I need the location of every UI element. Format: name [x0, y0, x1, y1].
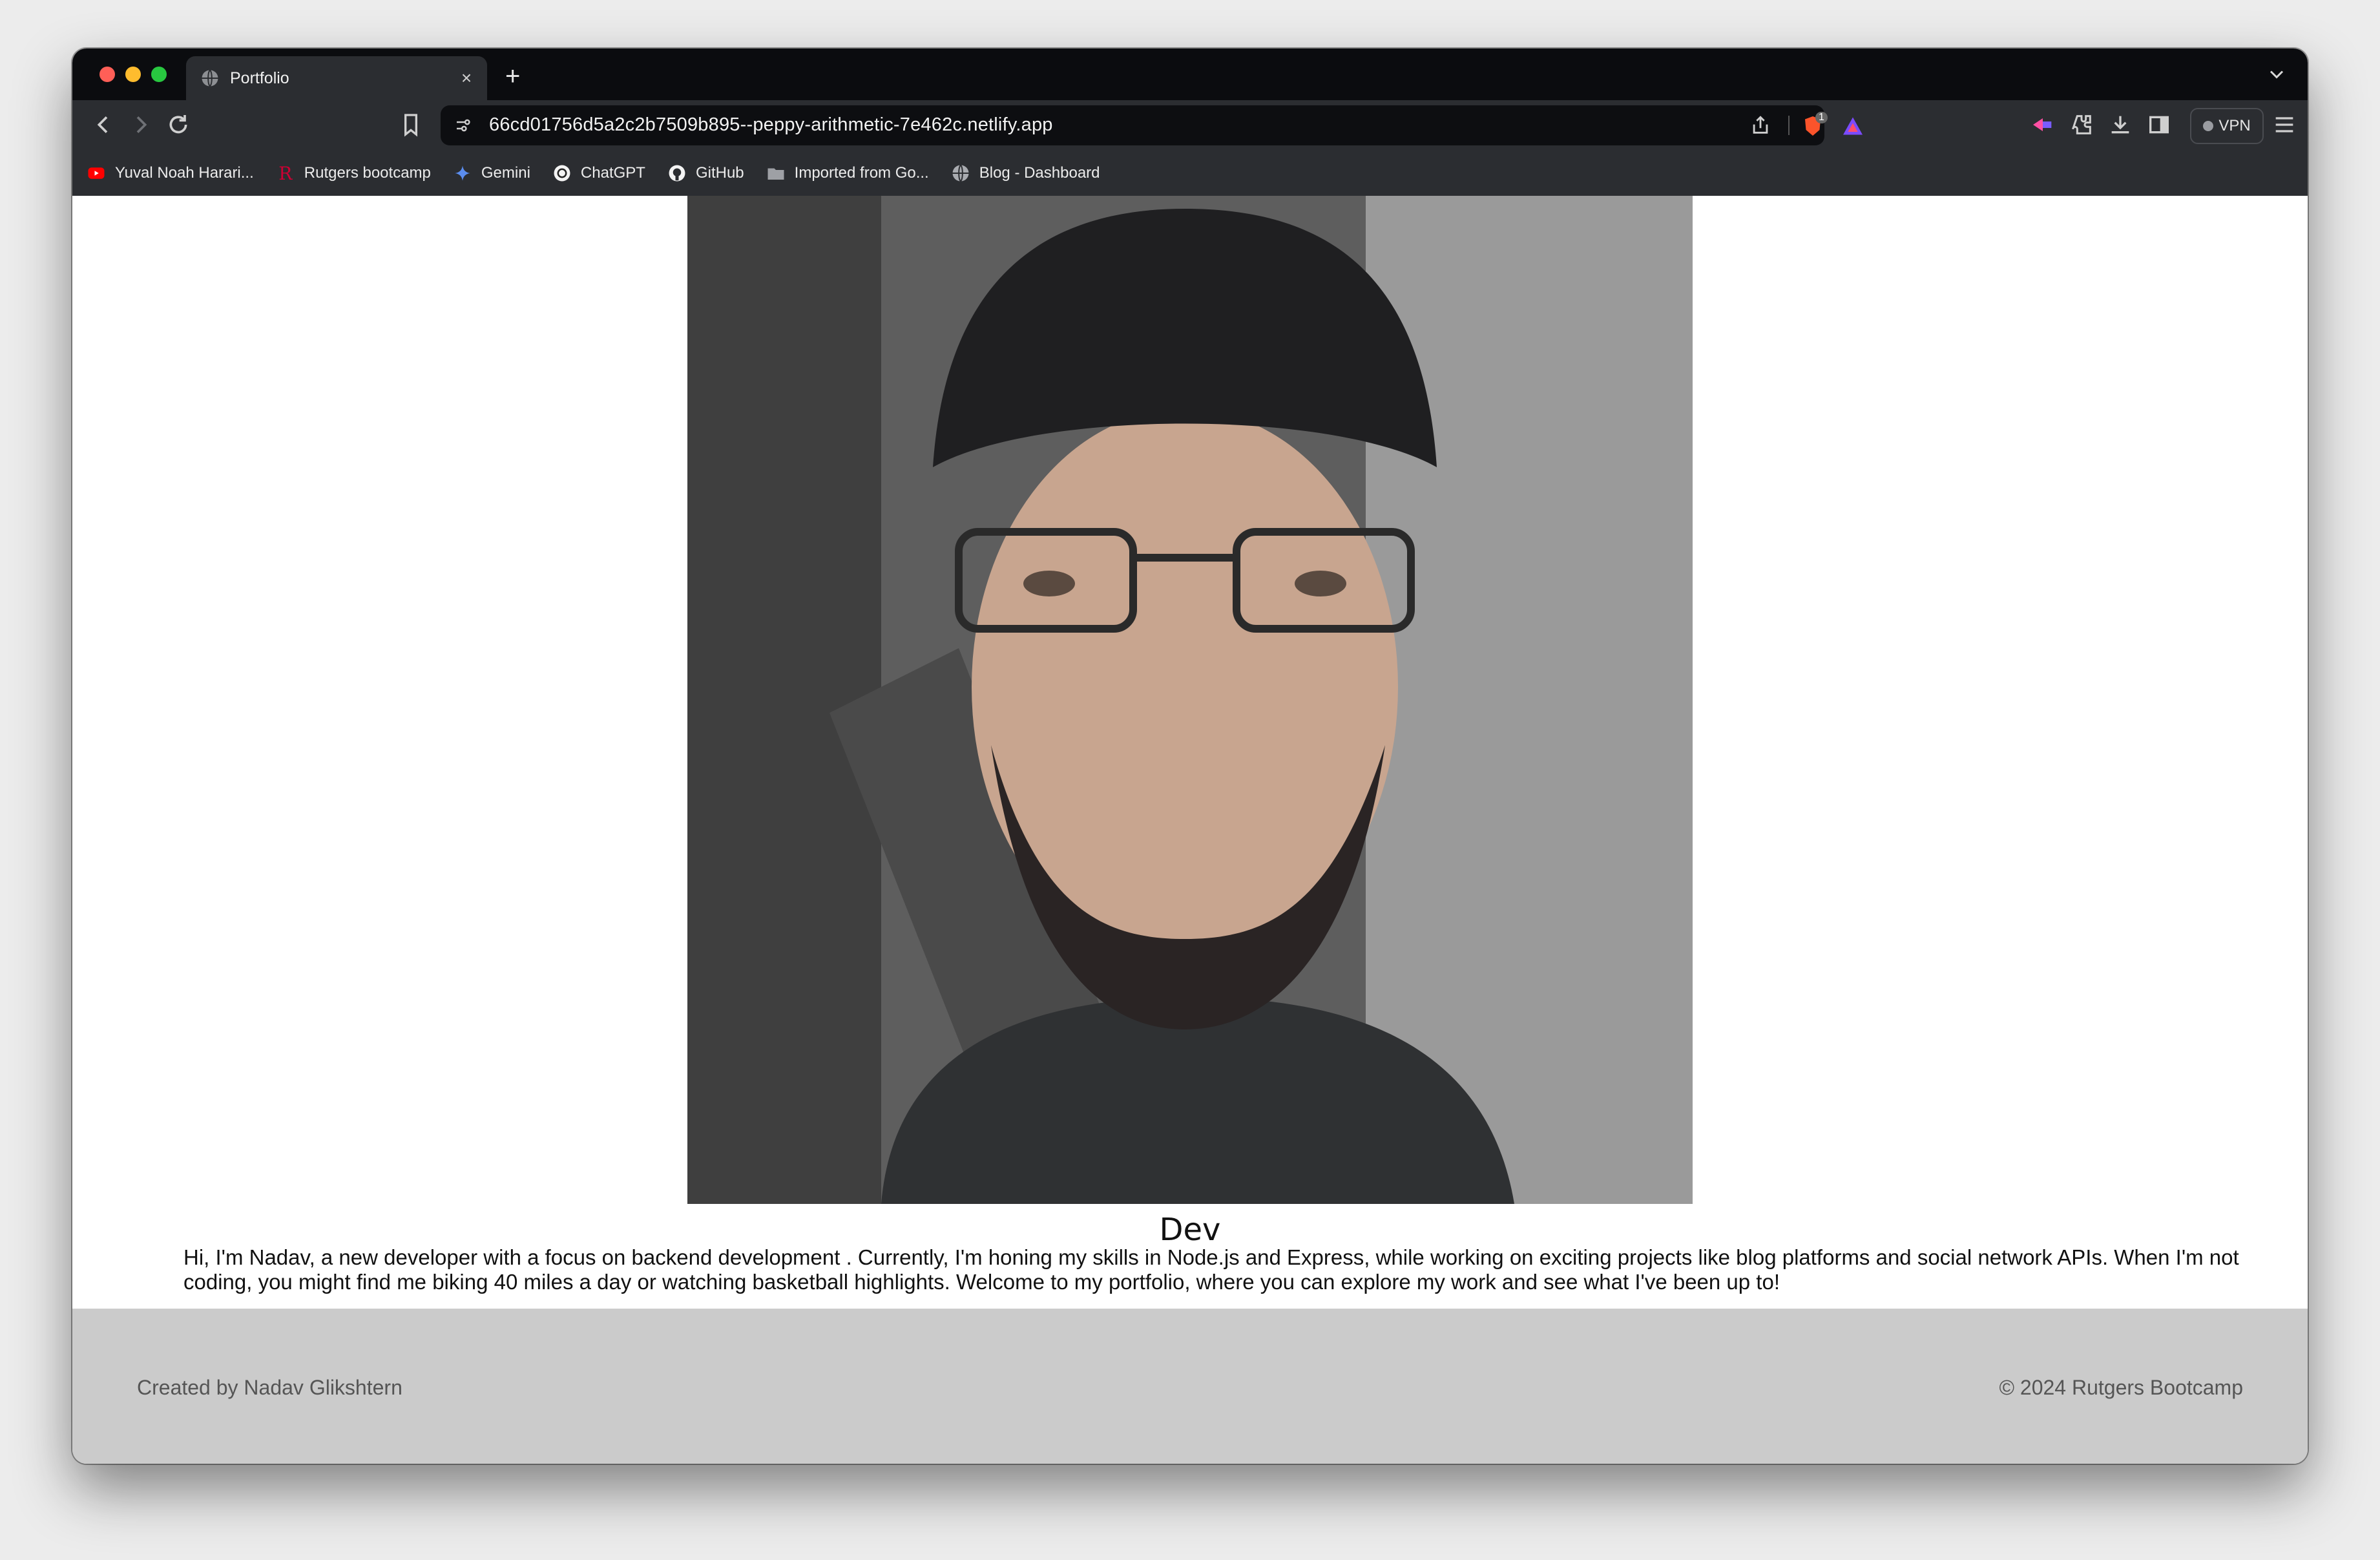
bookmark-gemini[interactable]: Gemini [453, 163, 530, 183]
download-icon[interactable] [2107, 112, 2133, 138]
rutgers-r-icon: R [278, 162, 293, 184]
new-tab-button[interactable]: + [505, 60, 520, 92]
bookmark-yuval[interactable]: Yuval Noah Harari... [87, 163, 254, 183]
footer-copyright: © 2024 Rutgers Bootcamp [1999, 1376, 2243, 1399]
url-text: 66cd01756d5a2c2b7509b895--peppy-arithmet… [489, 114, 1053, 135]
close-window-button[interactable] [99, 67, 115, 82]
bookmark-rutgers[interactable]: R Rutgers bootcamp [276, 162, 431, 184]
profile-name: Dev [1159, 1212, 1221, 1248]
person-silhouette-icon [687, 196, 1693, 1204]
profile-bio: Hi, I'm Nadav, a new developer with a fo… [183, 1245, 2239, 1294]
bookmark-blog-dashboard[interactable]: Blog - Dashboard [951, 163, 1100, 183]
bookmark-github[interactable]: GitHub [667, 163, 744, 183]
chatgpt-icon [552, 163, 572, 183]
chevron-down-icon[interactable] [2265, 63, 2288, 86]
bookmark-label: Blog - Dashboard [979, 164, 1100, 182]
browser-window: Portfolio × + 66cd01756d5a2c2b7509b895--… [72, 48, 2308, 1464]
page-footer: Created by Nadav Glikshtern © 2024 Rutge… [72, 1309, 2308, 1464]
brave-shields-icon[interactable]: 1 [1801, 112, 1830, 140]
bookmark-label: Rutgers bootcamp [304, 164, 431, 182]
bookmark-icon[interactable] [398, 112, 424, 138]
shields-badge: 1 [1815, 112, 1828, 123]
sidebar-toggle-icon[interactable] [2146, 112, 2172, 138]
bookmark-imported-folder[interactable]: Imported from Go... [766, 163, 929, 183]
menu-icon[interactable] [2271, 112, 2297, 138]
footer-credit: Created by Nadav Glikshtern [137, 1376, 402, 1399]
github-icon [667, 163, 687, 183]
bookmark-label: GitHub [695, 164, 744, 182]
vpn-button[interactable]: VPN [2190, 108, 2264, 144]
site-settings-icon[interactable] [454, 116, 473, 135]
profile-photo [687, 196, 1693, 1204]
share-icon[interactable] [1749, 114, 1771, 136]
bookmark-label: Gemini [481, 164, 530, 182]
vpn-label: VPN [2218, 117, 2251, 134]
tab-strip: Portfolio × + [72, 48, 2308, 100]
reload-icon[interactable] [165, 112, 191, 138]
minimize-window-button[interactable] [125, 67, 141, 82]
youtube-icon [87, 163, 106, 183]
vpn-status-icon [2203, 121, 2214, 131]
extensions-icon[interactable] [2069, 112, 2094, 138]
zoom-window-button[interactable] [151, 67, 167, 82]
bookmark-label: ChatGPT [580, 164, 645, 182]
sparkle-icon [453, 163, 472, 183]
leo-ai-icon[interactable] [2030, 112, 2056, 138]
close-tab-icon[interactable]: × [452, 68, 481, 89]
address-bar[interactable]: 66cd01756d5a2c2b7509b895--peppy-arithmet… [441, 105, 1863, 145]
bookmarks-bar: Yuval Noah Harari... R Rutgers bootcamp … [72, 151, 2308, 196]
back-arrow-icon[interactable] [90, 112, 116, 138]
tab-title: Portfolio [230, 69, 289, 87]
navigation-toolbar: 66cd01756d5a2c2b7509b895--peppy-arithmet… [72, 100, 2308, 151]
tab-portfolio[interactable]: Portfolio × [186, 56, 487, 100]
globe-icon [202, 69, 218, 87]
window-controls [99, 67, 167, 82]
folder-icon [766, 163, 786, 183]
bookmark-label: Imported from Go... [794, 164, 929, 182]
bookmark-chatgpt[interactable]: ChatGPT [552, 163, 645, 183]
forward-arrow-icon[interactable] [128, 112, 154, 138]
page-content: Dev Hi, I'm Nadav, a new developer with … [72, 196, 2308, 1309]
brave-rewards-icon[interactable] [1841, 114, 1864, 138]
bookmark-label: Yuval Noah Harari... [115, 164, 254, 182]
globe-icon [951, 163, 970, 183]
